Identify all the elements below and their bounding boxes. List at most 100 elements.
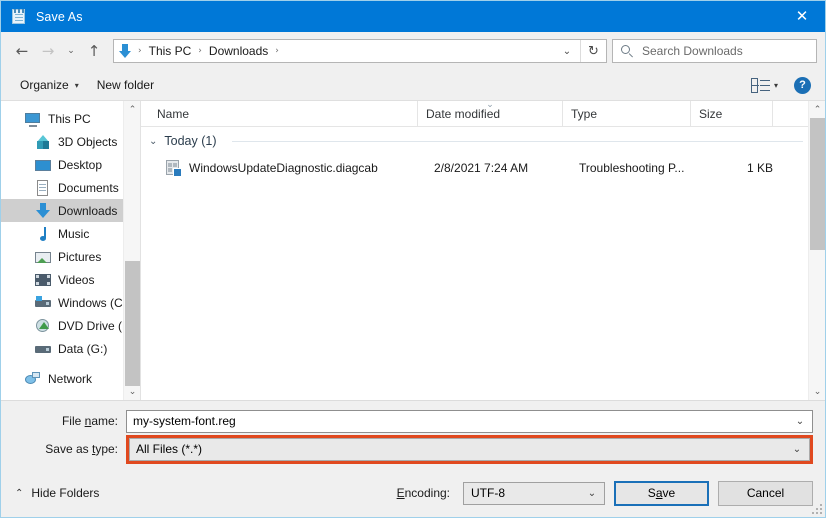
column-header-date-modified[interactable]: ⌄ Date modified [417,101,562,127]
file-list-scrollbar[interactable]: ⌃ ⌄ [808,101,825,400]
sidebar-item-label: Desktop [58,157,103,172]
chevron-up-icon: ⌃ [15,487,24,499]
sidebar-item-dvd-drive-d[interactable]: DVD Drive (D:) C [1,314,140,337]
pictures-icon [35,249,51,265]
window-title: Save As [36,9,83,24]
chevron-down-icon[interactable]: ⌄ [788,411,812,432]
column-header-type[interactable]: Type [562,101,690,127]
cancel-button[interactable]: Cancel [718,480,813,506]
computer-icon [25,111,41,127]
scroll-down-icon[interactable]: ⌄ [124,383,140,400]
notepad-icon [11,8,27,25]
chevron-down-icon[interactable]: ⌄ [785,439,809,460]
chevron-down-icon[interactable]: ▾ [774,81,778,90]
address-bar[interactable]: › This PC › Downloads › ⌄ ↻ [113,39,607,63]
file-group-header[interactable]: ⌄ Today (1) [141,127,825,155]
search-icon [621,44,634,58]
cell-size: 1 KB [746,161,773,175]
scrollbar-thumb[interactable] [810,118,825,250]
column-header-name[interactable]: Name [149,101,417,127]
search-box[interactable]: Search Downloads [612,39,817,63]
scroll-up-icon[interactable]: ⌃ [124,101,140,118]
sidebar-item-label: Videos [58,272,95,287]
file-group-label: Today (1) [164,134,217,148]
sidebar-item-downloads[interactable]: Downloads [1,199,140,222]
new-folder-button[interactable]: New folder [88,74,163,96]
breadcrumb-separator: › [198,46,202,56]
organize-button[interactable]: Organize ▾ [11,74,88,96]
column-header-size[interactable]: Size [690,101,772,127]
sidebar-item-label: 3D Objects [58,134,118,149]
sidebar-item-label: Windows (C:) [58,295,131,310]
sidebar-item-pictures[interactable]: Pictures [1,245,140,268]
refresh-icon[interactable]: ↻ [580,40,606,62]
file-list-pane: Name ⌄ Date modified Type Size ⌄ Today (… [140,101,825,400]
breadcrumb-downloads[interactable]: Downloads [204,42,273,60]
change-view-icon[interactable] [750,77,770,93]
cell-date-modified: 2/8/2021 7:24 AM [434,161,529,175]
group-divider [231,140,803,142]
column-label: Size [699,106,723,121]
footer-bar: ⌃ Hide Folders Encoding: UTF-8 ⌄ Sa ve Ca… [1,469,825,517]
hide-folders-button[interactable]: ⌃ Hide Folders [13,482,107,504]
resize-grip[interactable] [811,503,822,514]
encoding-select[interactable]: UTF-8 ⌄ [463,481,605,505]
sidebar-item-data-g[interactable]: Data (G:) [1,337,140,360]
new-folder-label: New folder [96,78,155,92]
save-button[interactable]: Sa ve [614,480,709,506]
up-button[interactable]: ↑ [81,38,107,64]
sidebar-item-videos[interactable]: Videos [1,268,140,291]
sidebar-item-windows-c[interactable]: Windows (C:) [1,291,140,314]
documents-icon [35,179,51,196]
breadcrumb-this-pc[interactable]: This PC [144,42,197,60]
file-name-label: File name: [13,414,126,428]
search-placeholder: Search Downloads [642,44,743,58]
scrollbar-thumb[interactable] [125,261,140,386]
sidebar-item-label: This PC [48,111,91,126]
chevron-down-icon[interactable]: ⌄ [554,40,580,62]
close-icon[interactable]: ✕ [779,1,825,31]
save-as-type-select[interactable]: All Files (*.*) ⌄ [129,437,810,461]
column-header-row: Name ⌄ Date modified Type Size [141,101,825,127]
sidebar-item-network[interactable]: Network [1,367,140,390]
sidebar-item-3d-objects[interactable]: 3D Objects [1,130,140,153]
sort-indicator-icon: ⌄ [486,101,494,110]
save-as-type-row: Save as type: All Files (*.*) ⌄ [13,434,813,464]
footer-actions: Encoding: UTF-8 ⌄ Sa ve Cancel [396,480,813,506]
command-bar-right: ▾ ? [750,76,815,94]
label-part: ncoding: [404,486,450,500]
command-bar: Organize ▾ New folder ▾ ? [1,70,825,101]
sidebar-item-desktop[interactable]: Desktop [1,153,140,176]
scroll-up-icon[interactable]: ⌃ [809,101,825,118]
downloads-icon [118,43,134,59]
file-name-value: my-system-font.reg [133,414,236,428]
back-button[interactable]: ← [9,38,35,64]
sidebar-item-this-pc[interactable]: This PC [1,107,140,130]
help-icon[interactable]: ? [794,76,811,94]
label-part: S [647,486,656,500]
sidebar-item-label: Data (G:) [58,341,108,356]
chevron-down-icon[interactable]: ⌄ [149,136,157,147]
file-name-row: File name: my-system-font.reg ⌄ [13,409,813,433]
scroll-down-icon[interactable]: ⌄ [809,383,825,400]
breadcrumb-separator[interactable]: › [273,46,281,56]
table-row[interactable]: WindowsUpdateDiagnostic.diagcab 2/8/2021… [141,155,825,181]
label-part: ame: [91,414,118,428]
forward-button: → [41,42,55,60]
sidebar-item-documents[interactable]: Documents [1,176,140,199]
main-area: This PC 3D Objects Desktop Documents Dow… [1,101,825,400]
sidebar-item-music[interactable]: Music [1,222,140,245]
3d-objects-icon [35,134,51,150]
navigation-pane-scrollbar[interactable]: ⌃ ⌄ [123,101,140,400]
recent-locations-button[interactable]: ⌄ [61,38,81,64]
encoding-value: UTF-8 [471,486,505,500]
sidebar-item-label: Downloads [58,203,118,218]
chevron-down-icon: ▾ [74,80,79,90]
save-as-type-value: All Files (*.*) [136,442,203,456]
label-accesskey: E [396,486,405,500]
chevron-down-icon[interactable]: ⌄ [580,483,604,504]
sidebar-item-label: Network [48,371,93,386]
column-label: Name [157,106,190,121]
label-accesskey: a [655,486,663,500]
file-name-input[interactable]: my-system-font.reg ⌄ [126,409,813,433]
